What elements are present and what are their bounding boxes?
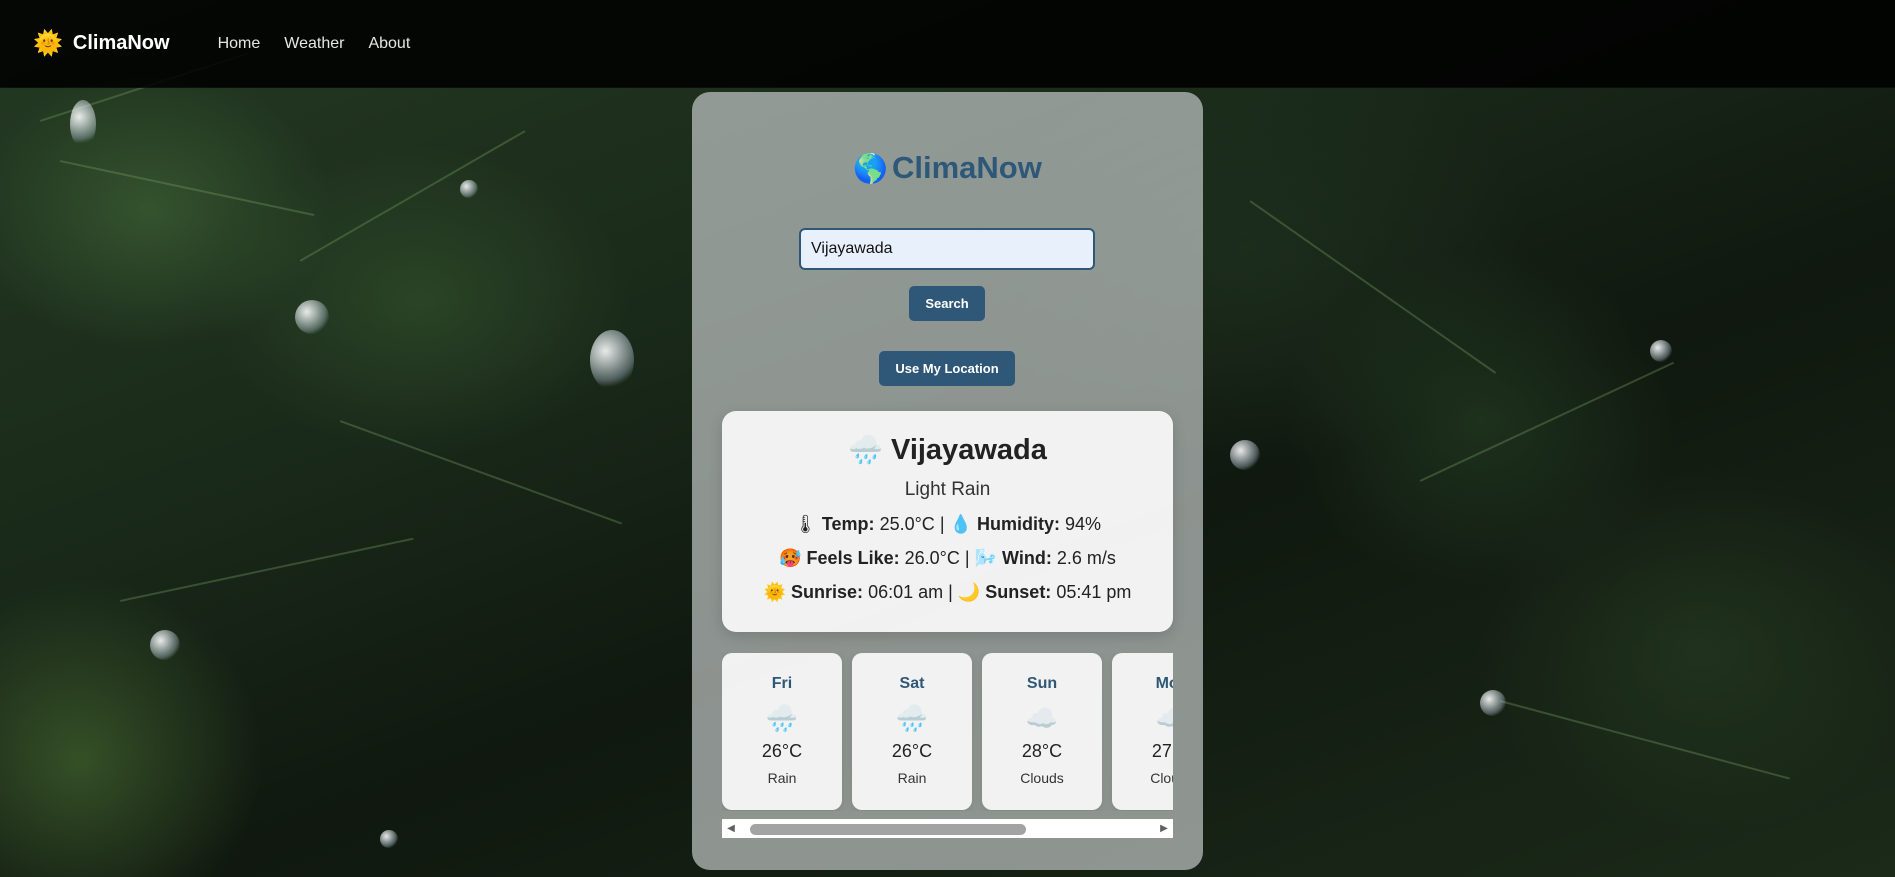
rain-cloud-icon: 🌧️: [765, 703, 799, 733]
temp-humidity-row: 🌡 Temp: 25.0°C | 💧 Humidity: 94%: [722, 514, 1173, 535]
rain-cloud-icon: 🌧️: [895, 703, 929, 733]
forecast-card: Fri 🌧️ 26°C Rain: [722, 653, 842, 810]
forecast-scrollbar[interactable]: ◀ ▶: [722, 819, 1173, 838]
sunset-label: Sunset:: [985, 582, 1052, 602]
cloud-icon: ☁️: [1155, 703, 1173, 733]
droplet-icon: 💧: [949, 514, 972, 534]
forecast-scroller[interactable]: Fri 🌧️ 26°C Rain Sat 🌧️ 26°C Rain Sun ☁️…: [722, 653, 1173, 811]
sunrise-value: 06:01 am: [868, 582, 944, 602]
scroll-right-arrow-icon[interactable]: ▶: [1155, 819, 1173, 838]
wind-value: 2.6 m/s: [1056, 548, 1116, 568]
temp-label: Temp:: [821, 514, 875, 534]
separator: |: [948, 582, 953, 602]
thermometer-icon: 🌡: [794, 514, 817, 534]
forecast-track: Fri 🌧️ 26°C Rain Sat 🌧️ 26°C Rain Sun ☁️…: [722, 653, 1173, 810]
forecast-day: Fri: [771, 675, 793, 692]
forecast-temp: 28°C: [1021, 741, 1063, 761]
weather-description: Light Rain: [904, 479, 991, 500]
forecast-day: Sun: [1026, 675, 1058, 692]
humidity-label: Humidity:: [976, 514, 1060, 534]
use-my-location-button[interactable]: Use My Location: [879, 351, 1015, 386]
globe-icon: 🌎: [853, 153, 888, 184]
city-search-input[interactable]: [799, 228, 1095, 270]
forecast-day: Sat: [899, 675, 925, 692]
forecast-card: Sat 🌧️ 26°C Rain: [852, 653, 972, 810]
sunrise-label: Sunrise:: [791, 582, 864, 602]
separator: |: [964, 548, 970, 568]
nav-link-home[interactable]: Home: [218, 35, 261, 53]
forecast-card: Sun ☁️ 28°C Clouds: [982, 653, 1102, 810]
rain-cloud-icon: 🌧️: [848, 434, 883, 465]
forecast-desc: Clouds: [1150, 770, 1173, 786]
forecast-desc: Rain: [767, 770, 797, 786]
forecast-desc: Rain: [897, 770, 927, 786]
sunrise-icon: 🌞: [763, 582, 787, 602]
moon-icon: 🌙: [957, 582, 981, 602]
weather-container: 🌎ClimaNow Search Use My Location 🌧️ Vijay…: [692, 92, 1203, 870]
forecast-temp: 26°C: [761, 741, 803, 761]
app-title-text: ClimaNow: [892, 150, 1042, 185]
forecast-temp: 26°C: [891, 741, 933, 761]
forecast-day: Mon: [1155, 675, 1173, 692]
scroll-track[interactable]: [740, 819, 1155, 838]
sun-icon: 🌞: [33, 30, 63, 57]
brand[interactable]: 🌞 ClimaNow: [33, 29, 170, 58]
wind-icon: 🌬️: [974, 548, 997, 568]
navbar: 🌞 ClimaNow Home Weather About: [0, 0, 1895, 88]
brand-name: ClimaNow: [72, 32, 170, 54]
city-heading: 🌧️ Vijayawada: [722, 433, 1173, 467]
cloud-icon: ☁️: [1025, 703, 1059, 733]
current-weather-card: 🌧️ Vijayawada Light Rain 🌡 Temp: 25.0°C |…: [722, 411, 1173, 632]
hot-face-icon: 🥵: [779, 548, 802, 568]
separator: |: [939, 514, 945, 534]
scroll-left-arrow-icon[interactable]: ◀: [722, 819, 740, 838]
app-title: 🌎 ClimaNow: [692, 150, 1203, 186]
forecast-temp: 27°C: [1151, 741, 1173, 761]
wind-label: Wind:: [1002, 548, 1052, 568]
humidity-value: 94%: [1064, 514, 1101, 534]
scroll-thumb[interactable]: [750, 824, 1026, 835]
feels-like-label: Feels Like:: [806, 548, 900, 568]
city-name: Vijayawada: [891, 434, 1047, 466]
forecast-card: Mon ☁️ 27°C Clouds: [1112, 653, 1173, 810]
feels-wind-row: 🥵 Feels Like: 26.0°C | 🌬️ Wind: 2.6 m/s: [722, 548, 1173, 569]
sunrise-sunset-row: 🌞 Sunrise: 06:01 am | 🌙 Sunset: 05:41 pm: [722, 582, 1173, 603]
search-button[interactable]: Search: [909, 286, 985, 321]
sunset-value: 05:41 pm: [1056, 582, 1132, 602]
forecast-desc: Clouds: [1020, 770, 1064, 786]
nav-link-weather[interactable]: Weather: [284, 35, 344, 53]
feels-like-value: 26.0°C: [904, 548, 960, 568]
nav-link-about[interactable]: About: [368, 35, 410, 53]
nav-links: Home Weather About: [218, 35, 411, 53]
temp-value: 25.0°C: [879, 514, 935, 534]
